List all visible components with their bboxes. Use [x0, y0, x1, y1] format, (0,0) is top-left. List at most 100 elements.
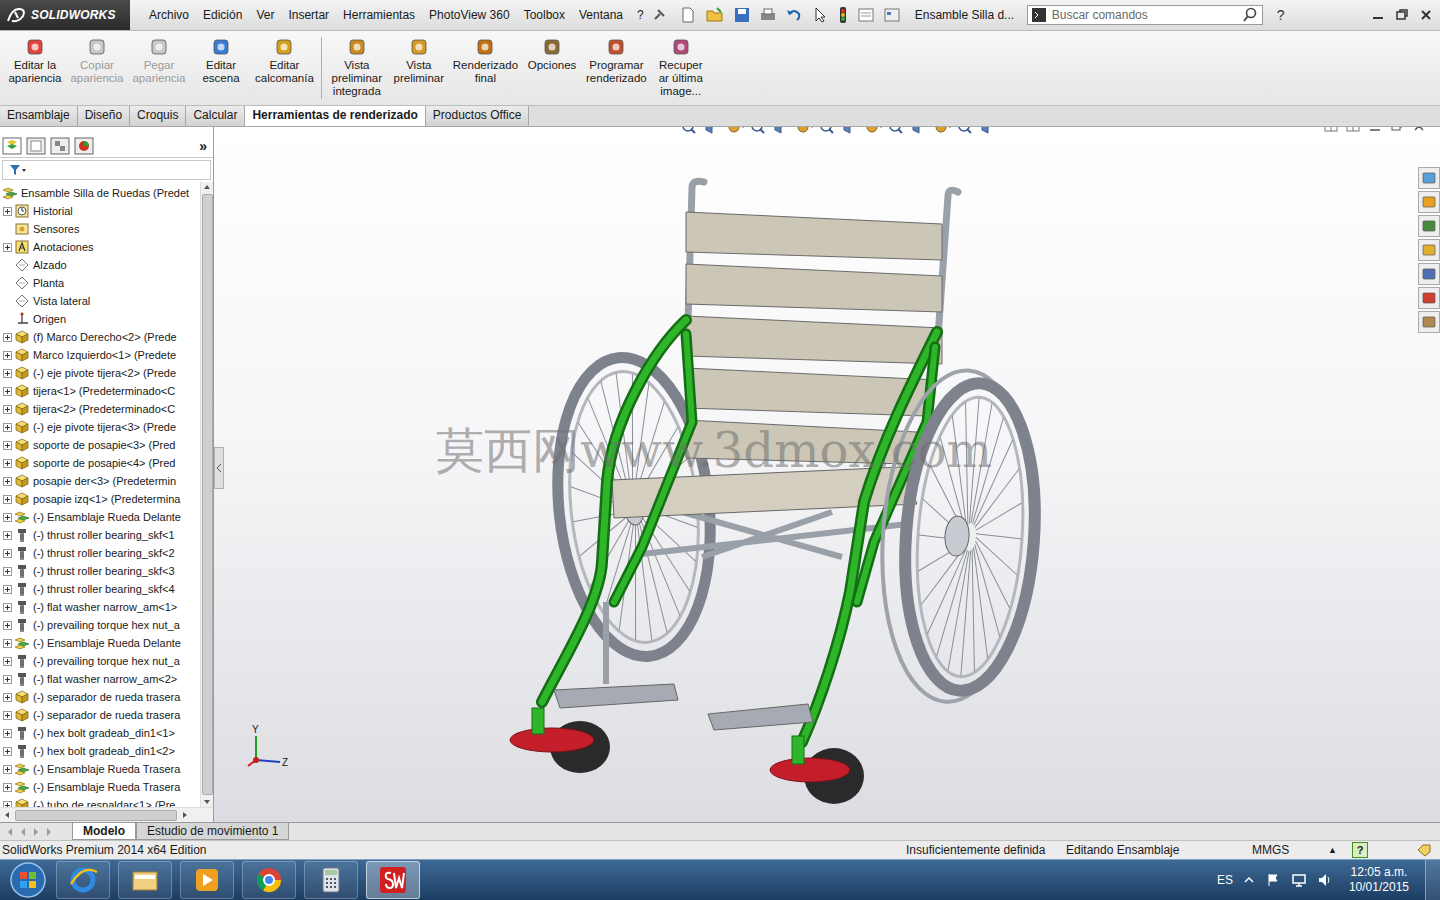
- expand-icon[interactable]: [3, 333, 12, 342]
- graphics-area[interactable]: 莫西网www.3dmox.com YZ: [214, 127, 1440, 822]
- view-tool-icon[interactable]: [818, 127, 838, 135]
- expand-icon[interactable]: [3, 747, 12, 756]
- save-icon[interactable]: [733, 6, 751, 24]
- expander[interactable]: [0, 387, 14, 396]
- expand-icon[interactable]: [3, 477, 12, 486]
- expander[interactable]: [0, 207, 14, 216]
- expand-icon[interactable]: [3, 207, 12, 216]
- tab-scroll-icon[interactable]: [30, 826, 42, 838]
- tree-item[interactable]: (f) Marco Derecho<2> (Prede: [0, 328, 200, 346]
- view-tool-icon[interactable]: [772, 127, 792, 135]
- feature-tree-icon[interactable]: [2, 137, 22, 155]
- taskbar-app[interactable]: [56, 861, 110, 899]
- menu-item[interactable]: Ventana: [572, 8, 630, 22]
- task-pane-button[interactable]: [1418, 287, 1440, 309]
- select-icon[interactable]: [811, 6, 829, 24]
- expand-icon[interactable]: [3, 243, 12, 252]
- tree-item[interactable]: (-) flat washer narrow_am<1>: [0, 598, 200, 616]
- display-manager-icon[interactable]: [74, 137, 94, 155]
- pin-icon[interactable]: [651, 7, 667, 23]
- ribbon-button[interactable]: Vistapreliminar: [388, 37, 450, 85]
- expander[interactable]: [0, 747, 14, 756]
- expand-icon[interactable]: [3, 441, 12, 450]
- expand-icon[interactable]: [3, 405, 12, 414]
- tree-item[interactable]: posapie der<3> (Predetermin: [0, 472, 200, 490]
- view-tool-icon[interactable]: [956, 127, 976, 135]
- search-icon[interactable]: [1242, 7, 1258, 23]
- vertical-scrollbar[interactable]: [200, 182, 213, 807]
- expander[interactable]: [0, 693, 14, 702]
- tree-filter[interactable]: [2, 160, 211, 180]
- menu-item[interactable]: Archivo: [142, 8, 196, 22]
- tree-item[interactable]: tijera<2> (Predeterminado<C: [0, 400, 200, 418]
- expander[interactable]: [0, 621, 14, 630]
- view-tool-icon[interactable]: [887, 127, 907, 135]
- view-tool-icon[interactable]: [910, 127, 930, 135]
- tab-scroll-icon[interactable]: [17, 826, 29, 838]
- tree-item[interactable]: (-) Ensamblaje Rueda Trasera: [0, 778, 200, 796]
- expander[interactable]: [0, 423, 14, 432]
- command-tab[interactable]: Calcular: [186, 106, 245, 126]
- tree-item[interactable]: (-) separador de rueda trasera: [0, 706, 200, 724]
- bottom-tab[interactable]: Estudio de movimiento 1: [136, 823, 289, 840]
- language-indicator[interactable]: ES: [1217, 873, 1233, 887]
- scroll-down-icon[interactable]: [202, 797, 212, 807]
- tree-item[interactable]: (-) Ensamblaje Rueda Trasera: [0, 760, 200, 778]
- view-tool-icon[interactable]: [749, 127, 769, 135]
- minimize-view-icon[interactable]: [1368, 127, 1382, 133]
- tree-item[interactable]: Marco Izquierdo<1> (Predete: [0, 346, 200, 364]
- ribbon-button[interactable]: Opciones: [521, 37, 583, 72]
- task-pane-button[interactable]: [1418, 191, 1440, 213]
- tree-item[interactable]: (-) Ensamblaje Rueda Delante: [0, 508, 200, 526]
- tab-scroll-icon[interactable]: [4, 826, 16, 838]
- tree-item[interactable]: Origen: [0, 310, 200, 328]
- expand-icon[interactable]: [3, 459, 12, 468]
- expander[interactable]: [0, 765, 14, 774]
- expander[interactable]: [0, 441, 14, 450]
- tree-item[interactable]: (-) tubo de respaldar<1> (Pre: [0, 796, 200, 807]
- view-tool-icon[interactable]: [680, 127, 700, 135]
- expander[interactable]: [0, 351, 14, 360]
- menu-item[interactable]: PhotoView 360: [422, 8, 517, 22]
- expand-icon[interactable]: [3, 639, 12, 648]
- menu-item[interactable]: ?: [630, 8, 651, 22]
- new-document-icon[interactable]: [679, 6, 697, 24]
- expander[interactable]: [0, 675, 14, 684]
- volume-icon[interactable]: [1317, 872, 1333, 888]
- restore-icon[interactable]: [1394, 7, 1410, 23]
- search-box[interactable]: Buscar comandos: [1027, 5, 1263, 25]
- expander[interactable]: [0, 657, 14, 666]
- solidworks-logo[interactable]: SOLIDWORKS: [0, 0, 130, 30]
- expand-icon[interactable]: [3, 567, 12, 576]
- scroll-up-icon[interactable]: [202, 182, 212, 192]
- tree-item[interactable]: (-) hex bolt gradeab_din1<2>: [0, 742, 200, 760]
- options-icon[interactable]: [883, 6, 901, 24]
- help-button[interactable]: ?: [1263, 7, 1299, 23]
- tree-item[interactable]: (-) prevailing torque hex nut_a: [0, 616, 200, 634]
- expander[interactable]: [0, 243, 14, 252]
- expander[interactable]: [0, 333, 14, 342]
- expand-icon[interactable]: [3, 675, 12, 684]
- tree-item[interactable]: soporte de posapie<4> (Pred: [0, 454, 200, 472]
- quad-view-icon[interactable]: [1346, 127, 1360, 133]
- expander[interactable]: [0, 531, 14, 540]
- units-menu[interactable]: ▲: [1328, 845, 1352, 855]
- action-center-icon[interactable]: [1265, 872, 1281, 888]
- expand-icon[interactable]: [3, 765, 12, 774]
- view-tool-icon[interactable]: [726, 127, 746, 135]
- tree-item[interactable]: (-) prevailing torque hex nut_a: [0, 652, 200, 670]
- expand-icon[interactable]: [3, 549, 12, 558]
- ribbon-button[interactable]: Programarrenderizado: [583, 37, 650, 85]
- view-tool-icon[interactable]: [933, 127, 953, 135]
- panel-splitter[interactable]: [214, 447, 224, 489]
- menu-item[interactable]: Herramientas: [336, 8, 422, 22]
- expand-icon[interactable]: [3, 351, 12, 360]
- command-tab[interactable]: Herramientas de renderizado: [245, 106, 425, 126]
- expander[interactable]: [0, 477, 14, 486]
- expand-icon[interactable]: [3, 693, 12, 702]
- task-pane-button[interactable]: [1418, 215, 1440, 237]
- expander[interactable]: [0, 711, 14, 720]
- tree-item[interactable]: (-) thrust roller bearing_skf<3: [0, 562, 200, 580]
- view-tool-icon[interactable]: [979, 127, 999, 135]
- command-tab[interactable]: Productos Office: [426, 106, 530, 126]
